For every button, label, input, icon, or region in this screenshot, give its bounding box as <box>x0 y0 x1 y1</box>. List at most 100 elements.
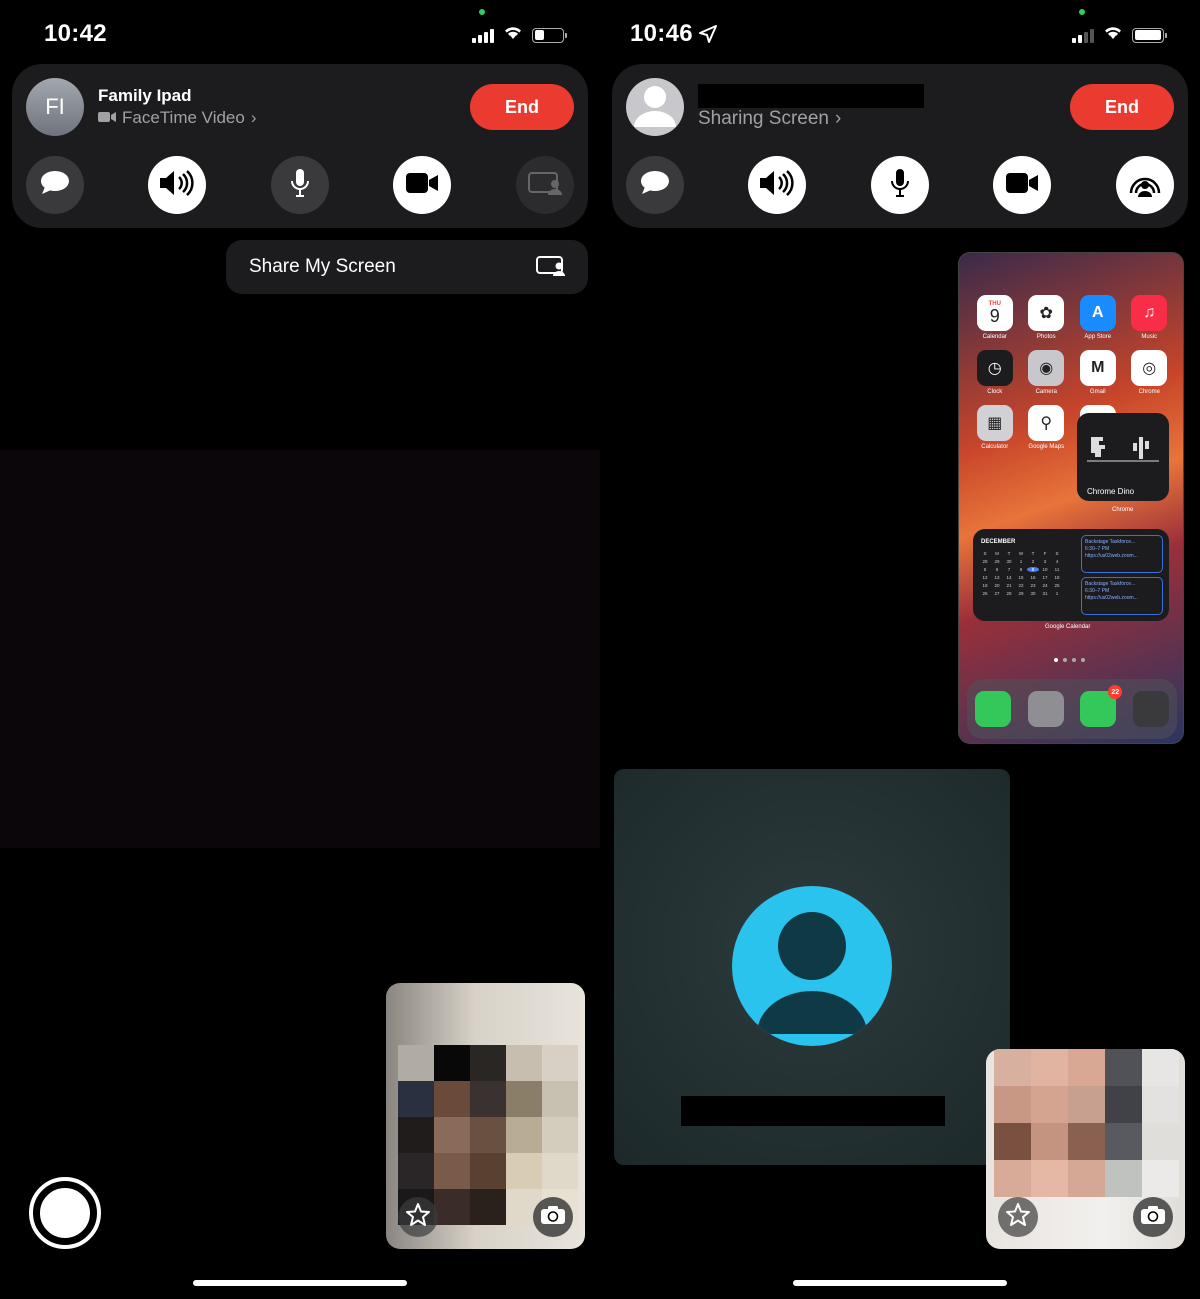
effects-button[interactable] <box>398 1197 438 1237</box>
calendar-day[interactable]: 30 <box>1003 559 1015 564</box>
calendar-day[interactable]: 11 <box>1051 567 1063 572</box>
phone-app-icon[interactable] <box>975 691 1012 727</box>
dock: 22 <box>967 679 1177 739</box>
calendar-day[interactable]: 29 <box>991 559 1003 564</box>
calendar-day[interactable]: 18 <box>1051 575 1063 580</box>
shared-screen-preview[interactable]: THU 9 Calendar ✿ Photos A App Store ♫ Music ◷ Cloc… <box>958 252 1184 744</box>
calendar-day[interactable]: 29 <box>1015 591 1027 596</box>
app-icon-chrome[interactable]: ◎ Chrome <box>1124 350 1176 395</box>
battery-icon <box>1132 27 1167 43</box>
app-icon-clock[interactable]: ◷ Clock <box>969 350 1021 395</box>
calendar-day[interactable]: 8 <box>1015 567 1027 572</box>
calendar-day[interactable]: 4 <box>1051 559 1063 564</box>
live-photo-shutter-button[interactable] <box>29 1177 101 1249</box>
speaker-button[interactable] <box>748 156 806 214</box>
calendar-day[interactable]: 1 <box>1015 559 1027 564</box>
folder-app-icon[interactable] <box>1132 691 1169 727</box>
calendar-day[interactable]: 19 <box>979 583 991 588</box>
app-label: Clock <box>987 389 1003 395</box>
app-label: App Store <box>1084 334 1112 340</box>
calendar-day[interactable]: 2 <box>1027 559 1039 564</box>
calendar-day[interactable]: 28 <box>979 559 991 564</box>
calendar-day[interactable]: 17 <box>1039 575 1051 580</box>
contact-name[interactable]: Family Ipad <box>98 86 192 106</box>
battery-icon <box>532 27 567 43</box>
speaker-button[interactable] <box>148 156 206 214</box>
calendar-day[interactable]: 7 <box>1003 567 1015 572</box>
calendar-day[interactable]: 21 <box>1003 583 1015 588</box>
calendar-day[interactable]: 23 <box>1027 583 1039 588</box>
calendar-day[interactable]: 3 <box>1039 559 1051 564</box>
calendar-weekday: F <box>1043 551 1047 556</box>
event-title: Backstage Taskforce... <box>1085 581 1136 587</box>
calendar-day[interactable]: 5 <box>979 567 991 572</box>
microphone-button[interactable] <box>871 156 929 214</box>
calendar-day[interactable]: 28 <box>1003 591 1015 596</box>
call-type-link[interactable]: FaceTime Video › <box>98 108 257 128</box>
home-indicator[interactable] <box>793 1280 1007 1286</box>
calendar-day[interactable]: 31 <box>1039 591 1051 596</box>
flip-camera-button[interactable] <box>533 1197 573 1237</box>
calendar-day[interactable]: 9 <box>1027 567 1039 572</box>
home-indicator[interactable] <box>193 1280 407 1286</box>
self-view-video[interactable] <box>986 1049 1185 1249</box>
app-icon-photos[interactable]: ✿ Photos <box>1021 295 1073 340</box>
calendar-event[interactable]: Backstage Taskforce... 6:30–7 PM https:/… <box>1081 577 1163 615</box>
camera-button[interactable] <box>993 156 1051 214</box>
camera-icon <box>405 171 439 200</box>
google-calendar-widget[interactable]: DECEMBER S M T W T F S 28 29 30 1 2 3 4 5 6 7 8 9 10 11 12 13 1… <box>973 529 1169 621</box>
calendar-day[interactable]: 26 <box>979 591 991 596</box>
calendar-month: DECEMBER <box>981 539 1016 545</box>
end-call-button[interactable]: End <box>1070 84 1174 130</box>
calendar-day[interactable]: 30 <box>1027 591 1039 596</box>
app-icon-google-maps[interactable]: ⚲ Google Maps <box>1021 405 1073 450</box>
effects-button[interactable] <box>998 1197 1038 1237</box>
calendar-weekday: S <box>983 551 987 556</box>
shareplay-button[interactable] <box>1116 156 1174 214</box>
remote-participant-tile[interactable] <box>614 769 1010 1165</box>
app-store-icon: A <box>1079 295 1116 331</box>
self-view-video[interactable] <box>386 983 585 1249</box>
calendar-day[interactable]: 12 <box>979 575 991 580</box>
calendar-day[interactable]: 22 <box>1015 583 1027 588</box>
app-icon-gmail[interactable]: M Gmail <box>1072 350 1124 395</box>
page-dots[interactable] <box>1054 658 1085 662</box>
calendar-event[interactable]: Backstage Taskforce... 6:30–7 PM https:/… <box>1081 535 1163 573</box>
calendar-day[interactable]: 13 <box>991 575 1003 580</box>
speaker-icon <box>158 169 196 202</box>
settings-app-icon[interactable] <box>1027 691 1064 727</box>
app-icon-calendar[interactable]: THU 9 Calendar <box>969 295 1021 340</box>
share-my-screen-menu-item[interactable]: Share My Screen <box>226 240 588 294</box>
message-button[interactable] <box>626 156 684 214</box>
call-control-panel: Sharing Screen › End <box>612 64 1188 228</box>
app-icon-camera[interactable]: ◉ Camera <box>1021 350 1073 395</box>
microphone-button[interactable] <box>271 156 329 214</box>
sharing-screen-link[interactable]: Sharing Screen › <box>698 108 841 130</box>
camera-button[interactable] <box>393 156 451 214</box>
event-time: 6:30–7 PM <box>1085 546 1110 552</box>
calendar-day[interactable]: 6 <box>991 567 1003 572</box>
right-phone-screen: 10:46 Sharing Screen › End THU 9 Calenda… <box>600 0 1200 1299</box>
message-button[interactable] <box>26 156 84 214</box>
calendar-day[interactable]: 20 <box>991 583 1003 588</box>
chrome-dino-widget[interactable]: Chrome Dino <box>1077 413 1169 501</box>
calendar-day[interactable]: 25 <box>1051 583 1063 588</box>
calendar-day[interactable]: 16 <box>1027 575 1039 580</box>
calendar-day[interactable]: 10 <box>1039 567 1051 572</box>
calendar-day[interactable]: 14 <box>1003 575 1015 580</box>
flip-camera-button[interactable] <box>1133 1197 1173 1237</box>
calendar-day[interactable]: 1 <box>1051 591 1063 596</box>
shareplay-icon <box>1127 169 1163 202</box>
calendar-day[interactable]: 27 <box>991 591 1003 596</box>
app-label: Camera <box>1035 389 1057 395</box>
status-icons <box>1072 25 1167 45</box>
chrome-dino-label: Chrome Dino <box>1087 487 1135 496</box>
app-icon-music[interactable]: ♫ Music <box>1124 295 1176 340</box>
app-icon-calculator[interactable]: ▦ Calculator <box>969 405 1021 450</box>
share-screen-button[interactable] <box>516 156 574 214</box>
calendar-day[interactable]: 24 <box>1039 583 1051 588</box>
calendar-day[interactable]: 15 <box>1015 575 1027 580</box>
app-icon-app-store[interactable]: A App Store <box>1072 295 1124 340</box>
messages-app-icon[interactable]: 22 <box>1080 685 1123 727</box>
end-call-button[interactable]: End <box>470 84 574 130</box>
